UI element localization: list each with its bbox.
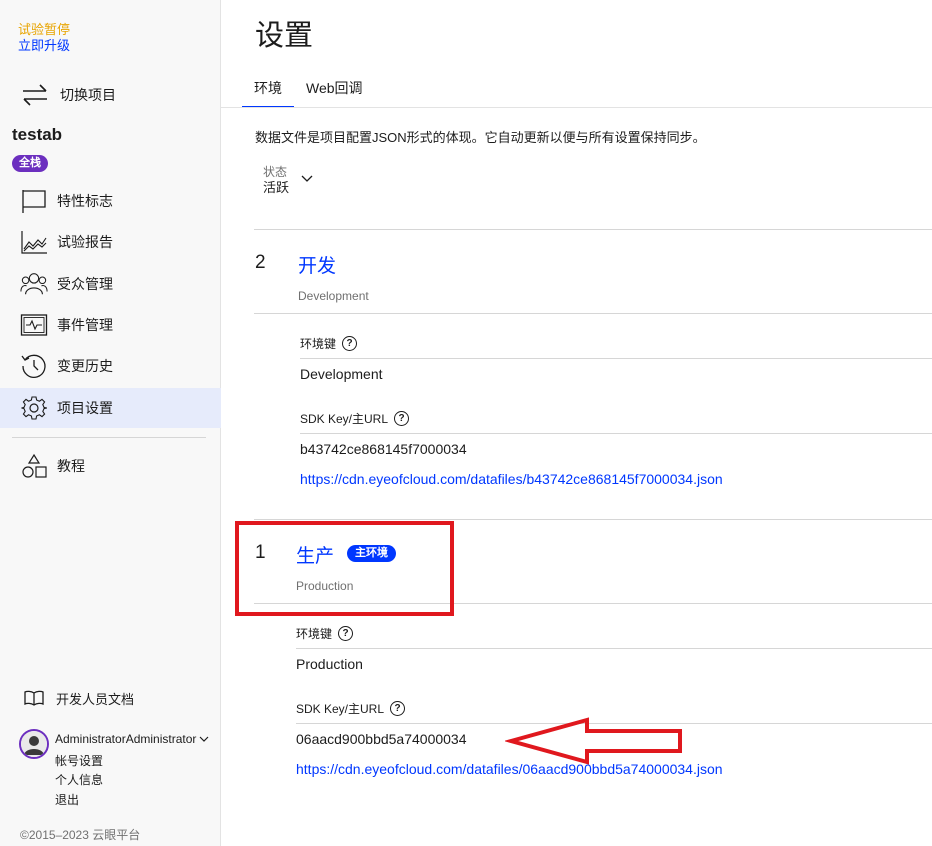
trial-status: 试验暂停 — [18, 22, 71, 37]
status-label: 状态 — [263, 165, 288, 179]
project-type-badge: 全栈 — [12, 155, 48, 172]
tab-environments[interactable]: 环境 — [242, 72, 294, 108]
switch-arrows-icon — [23, 84, 47, 106]
sdk-key-value: 06aacd900bbd5a74000034 — [296, 731, 467, 747]
switch-project-button[interactable]: 切换项目 — [20, 82, 116, 108]
help-icon[interactable]: ? — [338, 626, 354, 641]
settings-tabs: 环境 Web回调 — [242, 72, 375, 108]
history-icon — [20, 352, 48, 380]
tabs-divider — [221, 107, 932, 108]
gear-icon — [20, 394, 48, 422]
help-icon[interactable]: ? — [390, 701, 406, 716]
sidebar-item-label: 变更历史 — [57, 358, 113, 374]
divider — [300, 433, 932, 434]
env-subtitle: Development — [298, 289, 369, 303]
developer-docs-link[interactable]: 开发人员文档 — [24, 688, 134, 708]
upgrade-link[interactable]: 立即升级 — [18, 38, 70, 53]
divider — [254, 313, 932, 314]
divider — [300, 358, 932, 359]
env-key-value: Development — [300, 366, 383, 382]
sidebar-item-label: 事件管理 — [57, 317, 113, 333]
developer-docs-label: 开发人员文档 — [56, 691, 135, 707]
env-name-link[interactable]: 开发 — [298, 251, 336, 278]
highlight-box — [235, 521, 454, 616]
sidebar-item-label: 特性标志 — [57, 193, 113, 209]
status-value: 活跃 — [263, 180, 290, 195]
env-priority-number: 2 — [255, 252, 266, 273]
arrow-left-icon — [505, 717, 682, 765]
book-icon — [24, 690, 44, 706]
page-title: 设置 — [255, 20, 314, 52]
sidebar-item-project-settings[interactable]: 项目设置 — [0, 388, 221, 428]
sidebar-item-history[interactable]: 变更历史 — [0, 346, 221, 386]
datafile-url-link[interactable]: https://cdn.eyeofcloud.com/datafiles/b43… — [300, 471, 723, 487]
sdk-key-label-text: SDK Key/主URL — [296, 702, 385, 716]
project-name: testab — [12, 125, 63, 144]
divider — [254, 519, 932, 520]
audience-icon — [20, 270, 48, 298]
env-key-value: Production — [296, 656, 363, 672]
event-icon — [20, 311, 48, 339]
account-settings-link[interactable]: 帐号设置 — [55, 752, 103, 769]
env-key-label-text: 环境键 — [300, 337, 337, 351]
sidebar-item-events[interactable]: 事件管理 — [0, 305, 221, 345]
status-filter-dropdown[interactable]: 状态 活跃 — [263, 165, 313, 197]
user-menu-toggle[interactable]: AdministratorAdministrator — [55, 732, 209, 746]
user-icon — [21, 731, 47, 757]
logout-link[interactable]: 退出 — [55, 791, 79, 808]
avatar[interactable] — [19, 729, 49, 759]
help-icon[interactable]: ? — [342, 336, 358, 351]
help-icon[interactable]: ? — [394, 411, 410, 426]
sidebar-item-audiences[interactable]: 受众管理 — [0, 264, 221, 304]
chevron-down-icon — [301, 175, 313, 182]
sdk-key-label-text: SDK Key/主URL — [300, 412, 389, 426]
chevron-down-icon — [199, 736, 209, 742]
user-name: AdministratorAdministrator — [55, 732, 197, 746]
sidebar-item-label: 项目设置 — [57, 400, 113, 416]
env-key-label: 环境键 ? — [296, 625, 354, 642]
env-key-label-text: 环境键 — [296, 627, 333, 641]
sidebar: 试验暂停 立即升级 切换项目 testab 全栈 特性标志 试验报告 受众管理 … — [0, 0, 221, 846]
profile-link[interactable]: 个人信息 — [55, 771, 103, 788]
sidebar-item-label: 试验报告 — [57, 234, 113, 250]
sidebar-divider — [12, 437, 206, 438]
copyright: ©2015–2023 云眼平台 — [20, 828, 141, 842]
switch-project-label: 切换项目 — [60, 87, 116, 103]
env-key-label: 环境键 ? — [300, 335, 358, 352]
tab-webhooks[interactable]: Web回调 — [294, 72, 375, 108]
sidebar-item-label: 受众管理 — [57, 276, 113, 292]
datafile-description: 数据文件是项目配置JSON形式的体现。它自动更新以便与所有设置保持同步。 — [255, 130, 706, 145]
sdk-key-label: SDK Key/主URL ? — [296, 700, 406, 717]
divider — [296, 648, 932, 649]
sidebar-item-tutorial[interactable]: 教程 — [0, 446, 221, 486]
flag-icon — [20, 187, 48, 215]
sidebar-item-feature-flags[interactable]: 特性标志 — [0, 181, 221, 221]
shapes-icon — [20, 452, 48, 480]
chart-icon — [20, 228, 48, 256]
sidebar-item-experiment-reports[interactable]: 试验报告 — [0, 222, 221, 262]
sidebar-item-label: 教程 — [57, 458, 85, 474]
sdk-key-value: b43742ce868145f7000034 — [300, 441, 467, 457]
sdk-key-label: SDK Key/主URL ? — [300, 410, 410, 427]
divider — [254, 229, 932, 230]
